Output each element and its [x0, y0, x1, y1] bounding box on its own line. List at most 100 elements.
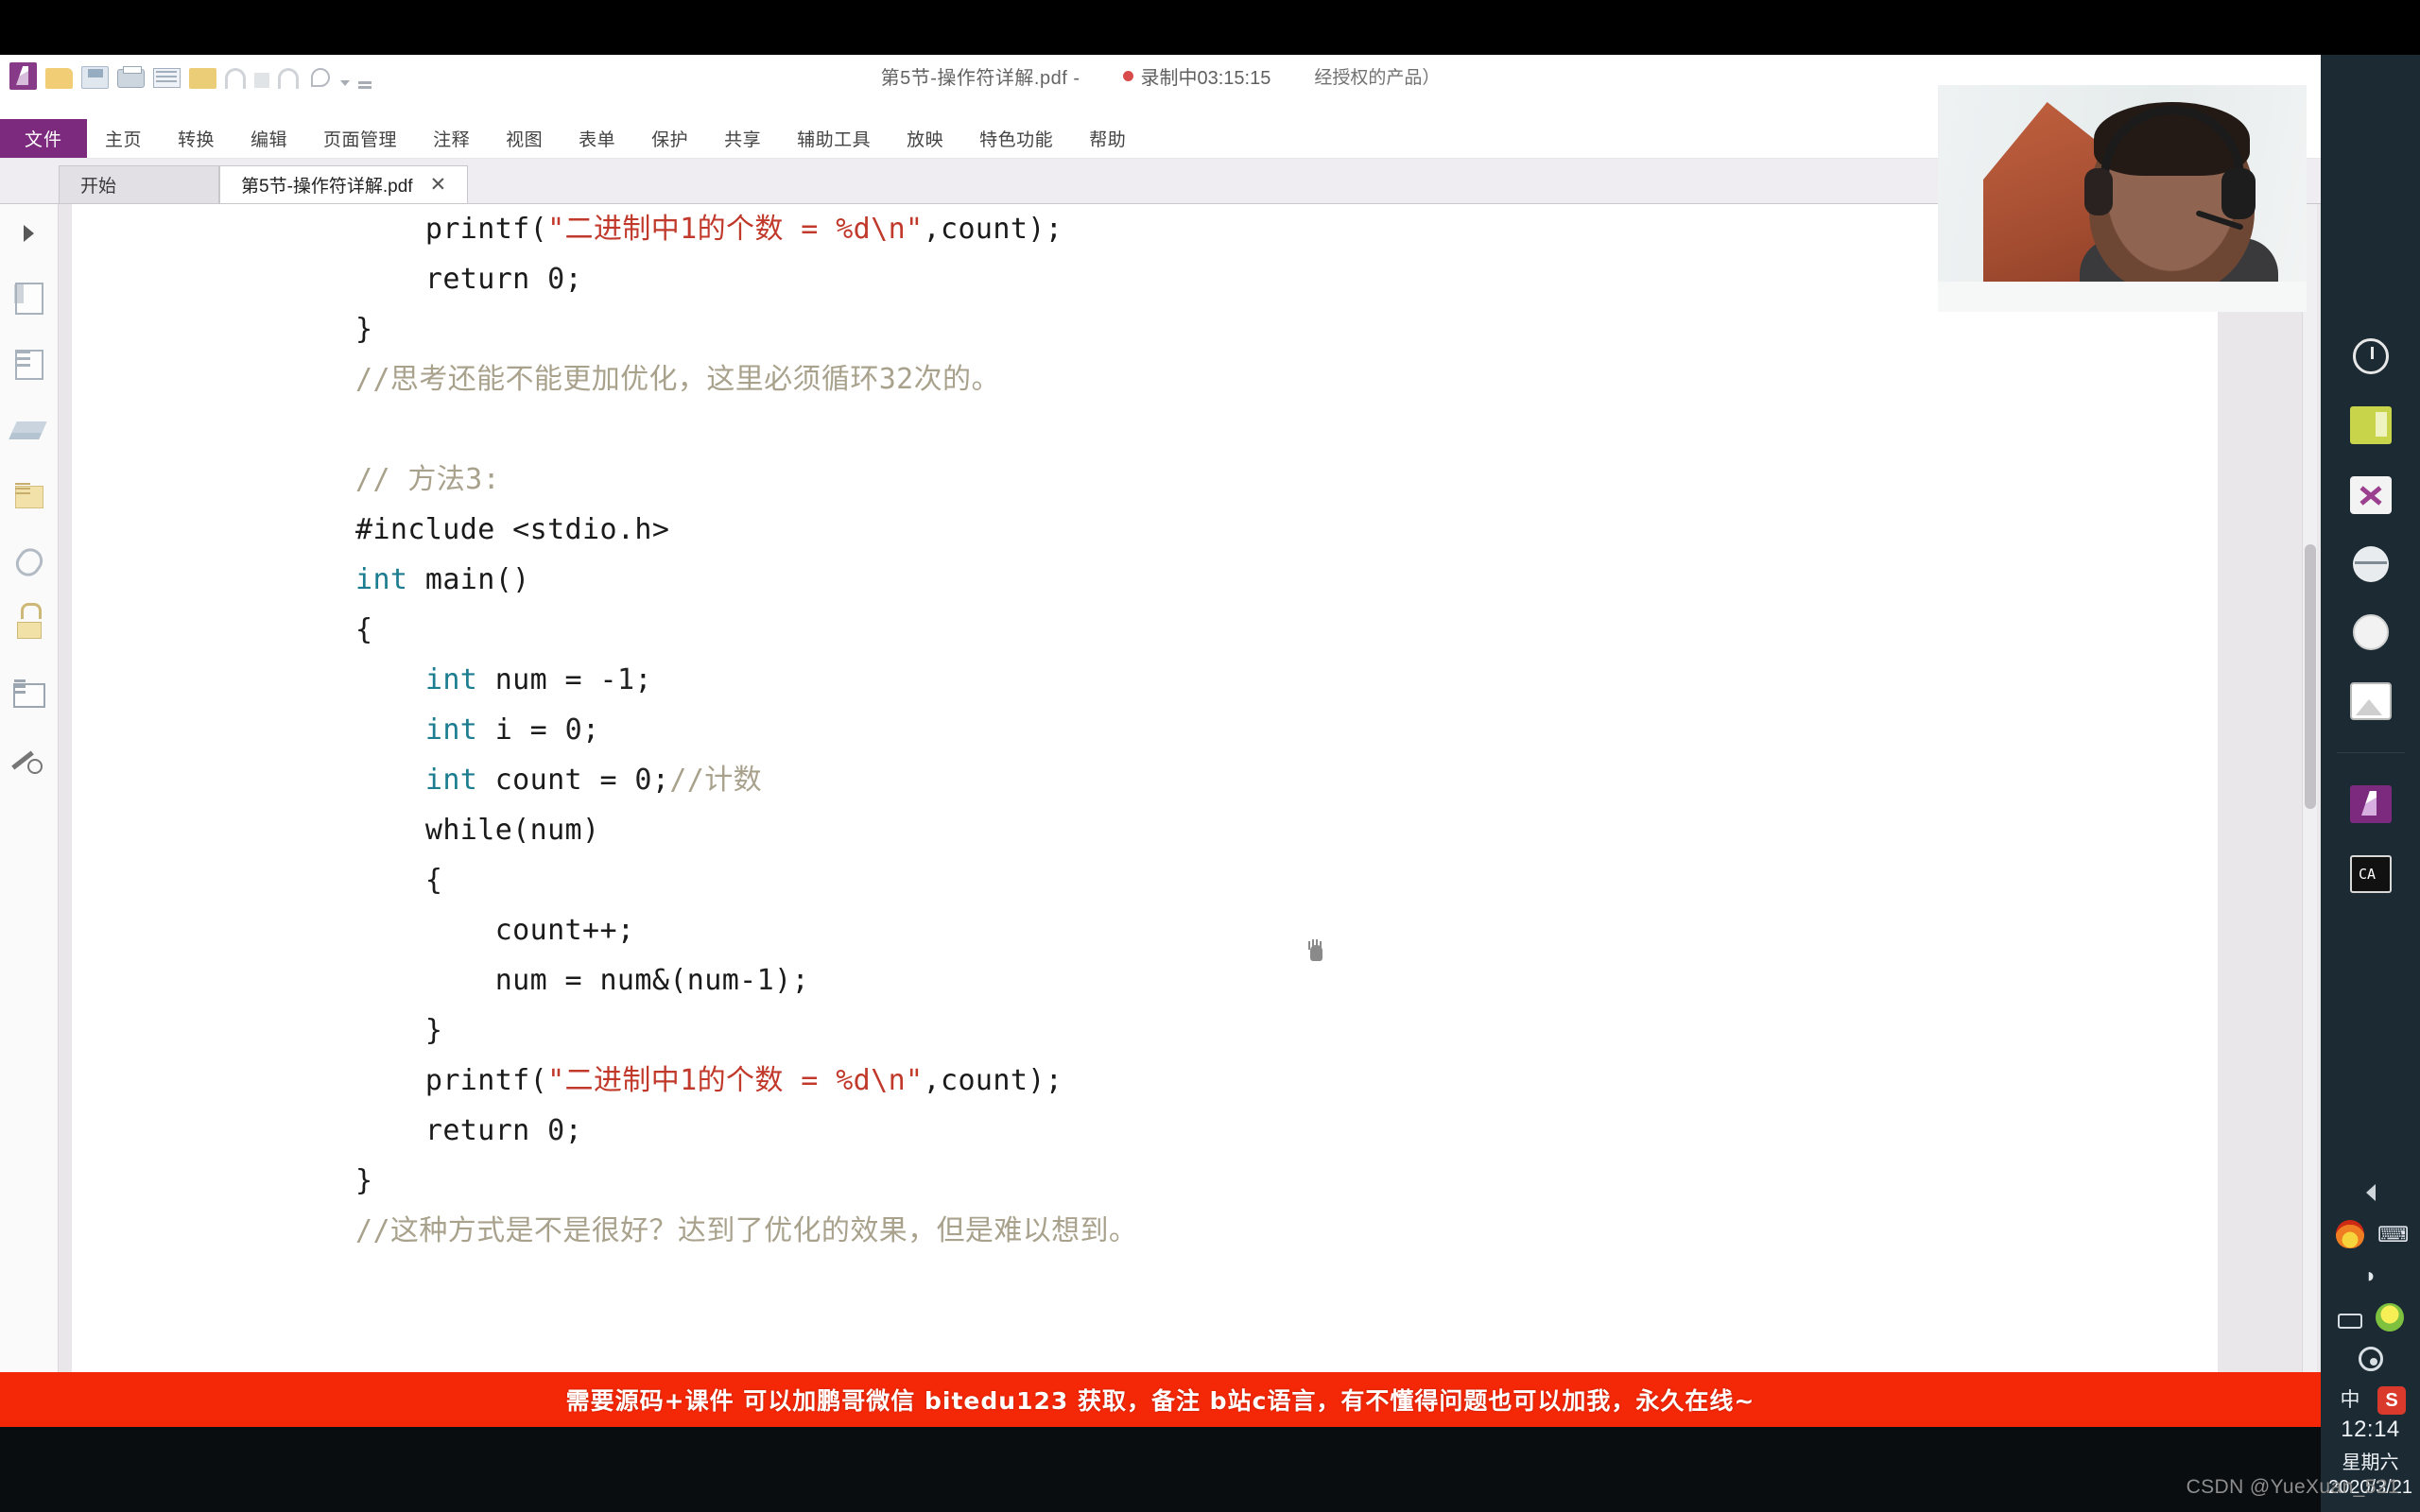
tray-row-5 [2325, 1338, 2417, 1380]
select-pointer-icon[interactable] [24, 225, 34, 242]
email-icon[interactable] [153, 68, 181, 88]
code-token: int [424, 713, 478, 747]
xmind-icon[interactable] [2350, 476, 2392, 514]
tray-row-2: ⌨ [2325, 1213, 2417, 1255]
network-icon[interactable]: ⌨ [2377, 1220, 2409, 1248]
page-view-icon[interactable] [10, 280, 48, 318]
code-token: ; [564, 263, 583, 296]
chrome-icon[interactable] [2353, 546, 2389, 582]
promo-banner: 需要源码+课件 可以加鹏哥微信 bitedu123 获取，备注 b站c语言，有不… [0, 1372, 2321, 1427]
tab-document[interactable]: 第5节-操作符详解.pdf ✕ [219, 165, 469, 203]
save-icon[interactable] [81, 66, 109, 89]
code-token: ,count); [923, 213, 1063, 246]
code-token: //计数 [669, 764, 763, 797]
code-line: return 0; [355, 254, 2057, 304]
chevron-down-icon[interactable] [340, 79, 350, 86]
window-title: 第5节-操作符详解.pdf - [880, 68, 1080, 89]
code-token: ; [651, 764, 670, 797]
code-line: } [355, 1156, 2057, 1206]
scrollbar-thumb[interactable] [2305, 544, 2316, 809]
wifi-icon[interactable]: ◗ [2357, 1262, 2385, 1290]
code-line: { [355, 855, 2057, 905]
code-line: { [355, 605, 2057, 655]
screen-root: 第5节-操作符详解.pdf - 录制中03:15:15 经授权的产品） 文件 主… [0, 0, 2420, 1512]
tab-document-label: 第5节-操作符详解.pdf [241, 177, 413, 197]
webcam-overlay[interactable] [1938, 85, 2307, 312]
code-token: //思考还能不能更加优化，这里必须循环32次的。 [355, 363, 1000, 396]
code-token: } [355, 313, 373, 346]
code-token: ; [564, 1114, 583, 1147]
more-icon[interactable] [358, 80, 372, 84]
signature-icon[interactable] [10, 743, 48, 781]
menu-item-home[interactable]: 主页 [87, 119, 160, 158]
terminal-icon[interactable] [2350, 855, 2392, 893]
code-line: return 0; [355, 1106, 2057, 1156]
code-token: // 方法3: [355, 463, 501, 496]
menu-item-file[interactable]: 文件 [0, 119, 87, 158]
shield-icon[interactable] [2376, 1303, 2404, 1332]
screen-top-black-strip [0, 0, 2420, 55]
flame-icon[interactable] [2336, 1220, 2364, 1248]
promo-banner-text: 需要源码+课件 可以加鹏哥微信 bitedu123 获取，备注 b站c语言，有不… [565, 1387, 1755, 1415]
menu-item-convert[interactable]: 转换 [160, 119, 233, 158]
chevron-left-icon[interactable] [2366, 1184, 2376, 1201]
record-dot-icon [1123, 71, 1134, 81]
redo-icon[interactable] [278, 68, 299, 89]
menu-item-form[interactable]: 表单 [561, 119, 633, 158]
menu-item-page-manage[interactable]: 页面管理 [305, 119, 415, 158]
photo-viewer-icon[interactable] [2350, 682, 2392, 720]
menu-item-share[interactable]: 共享 [706, 119, 779, 158]
menu-item-protect[interactable]: 保护 [633, 119, 706, 158]
menu-item-edit[interactable]: 编辑 [233, 119, 305, 158]
code-token: return [424, 1114, 548, 1147]
menu-item-help[interactable]: 帮助 [1071, 119, 1144, 158]
attachment-icon[interactable] [10, 543, 48, 582]
code-token: i = [477, 713, 565, 747]
print-icon[interactable] [117, 66, 145, 88]
tray-row-1 [2325, 1172, 2417, 1213]
code-token: #include <stdio.h> [355, 513, 670, 546]
battery-icon[interactable] [2338, 1313, 2362, 1329]
licensed-label: 经授权的产品） [1314, 68, 1441, 88]
white-app-icon[interactable] [2353, 614, 2389, 650]
form-icon[interactable] [10, 677, 48, 714]
ime-chinese-icon[interactable]: 中 [2336, 1386, 2364, 1415]
comments-icon[interactable] [10, 478, 48, 516]
layers-icon[interactable] [10, 412, 48, 450]
close-icon[interactable]: ✕ [430, 175, 447, 195]
vertical-scrollbar[interactable] [2302, 204, 2317, 1427]
application-body: printf("二进制中1的个数 = %d\n",count); return … [0, 204, 2321, 1427]
code-line: int count = 0;//计数 [355, 755, 2057, 805]
pdf-page: printf("二进制中1的个数 = %d\n",count); return … [72, 204, 2218, 1427]
clock-icon[interactable] [2353, 338, 2389, 374]
menu-item-slideshow[interactable]: 放映 [889, 119, 961, 158]
signature-icon[interactable] [307, 65, 332, 90]
menu-item-view[interactable]: 视图 [488, 119, 561, 158]
code-token: int [424, 764, 478, 797]
code-line: count++; [355, 905, 2057, 955]
menu-item-comment[interactable]: 注释 [415, 119, 488, 158]
thumbnails-icon[interactable] [10, 346, 48, 384]
code-line: printf("二进制中1的个数 = %d\n",count); [355, 1056, 2057, 1106]
code-token: ; [634, 663, 652, 696]
tab-start[interactable]: 开始 [59, 165, 219, 203]
undo-icon[interactable] [225, 68, 246, 89]
code-line: int num = -1; [355, 655, 2057, 705]
gear-icon[interactable] [2359, 1347, 2383, 1371]
tab-start-label: 开始 [80, 177, 117, 197]
pdf-app-icon[interactable] [2350, 785, 2392, 823]
menu-item-features[interactable]: 特色功能 [961, 119, 1071, 158]
file-manager-icon[interactable] [2350, 406, 2392, 444]
menu-item-tools[interactable]: 辅助工具 [779, 119, 889, 158]
stamp-icon[interactable] [189, 67, 216, 89]
code-token: } [355, 1164, 373, 1197]
code-token: count++; [494, 914, 635, 947]
open-icon[interactable] [45, 67, 73, 89]
code-token: int [355, 563, 408, 596]
security-lock-icon[interactable] [10, 610, 48, 648]
tray-row-4 [2325, 1297, 2417, 1338]
app-icon[interactable] [9, 62, 37, 90]
sogou-icon[interactable]: S [2377, 1386, 2406, 1415]
page-viewport[interactable]: printf("二进制中1的个数 = %d\n",count); return … [59, 204, 2321, 1427]
code-token: 0 [564, 713, 583, 747]
